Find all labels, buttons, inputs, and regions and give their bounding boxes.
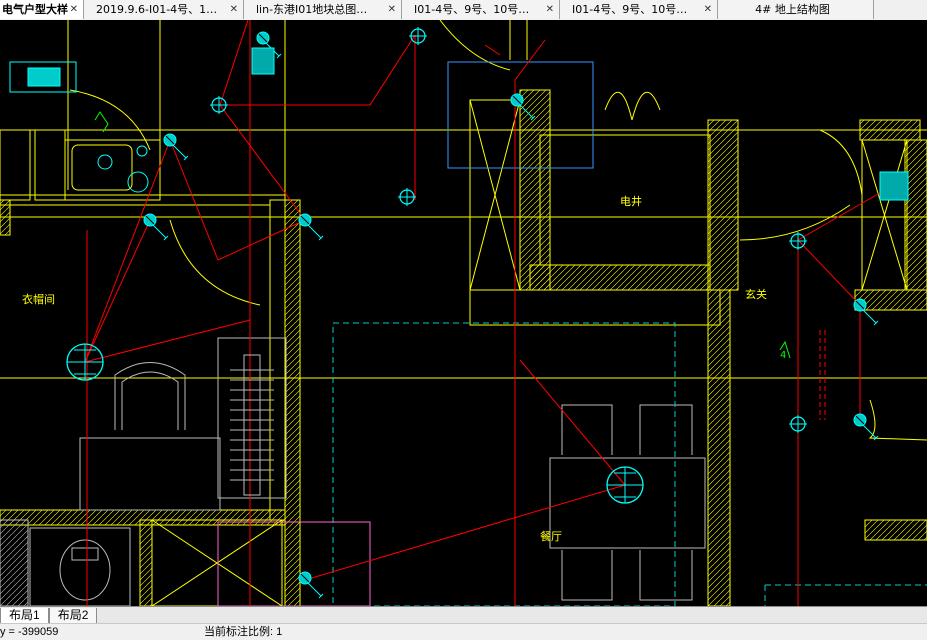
ceiling-light-icon <box>397 187 417 207</box>
label-foyer: 玄关 <box>745 287 767 301</box>
label-cloakroom: 衣帽间 <box>22 292 55 306</box>
annotation-scale: 当前标注比例: 1 <box>204 626 283 638</box>
label-electrical-shaft: 电井 <box>620 194 642 208</box>
radiator-symbol <box>230 354 274 496</box>
ceiling-light-icon <box>408 26 428 46</box>
ceiling-light-icon <box>788 414 808 434</box>
dimension-marks <box>94 111 791 359</box>
label-dining-room: 餐厅 <box>540 529 562 543</box>
tab-drawing-2[interactable]: 2019.9.6-I01-4号、1… ✕ <box>84 0 244 19</box>
distribution-box-icon <box>251 47 909 201</box>
label-dimension-mark: 4 <box>780 350 786 361</box>
drawing-canvas[interactable]: 衣帽间 电井 玄关 餐厅 4 <box>0 20 927 606</box>
document-tab-bar: 电气户型大样 ✕ 2019.9.6-I01-4号、1… ✕ lin-东港I01地… <box>0 0 927 21</box>
room-labels: 衣帽间 电井 玄关 餐厅 4 <box>22 194 786 543</box>
tab-label: lin-东港I01地块总图… <box>256 3 368 16</box>
tab-layout-2[interactable]: 布局2 <box>48 608 98 623</box>
wall-lines <box>0 20 927 606</box>
tab-label: 2019.9.6-I01-4号、1… <box>96 3 218 16</box>
close-icon[interactable]: ✕ <box>704 0 712 19</box>
washer-icon <box>97 145 149 193</box>
layout-tab-bar: 布局1 布局2 <box>0 606 927 623</box>
close-icon[interactable]: ✕ <box>546 0 554 19</box>
pendant-light-icon <box>606 466 644 504</box>
tab-label: I01-4号、9号、10号… <box>414 3 530 16</box>
distribution-box-icon <box>9 61 77 93</box>
close-icon[interactable]: ✕ <box>388 0 396 19</box>
tab-drawing-5[interactable]: I01-4号、9号、10号… ✕ <box>560 0 718 19</box>
tab-label: I01-4号、9号、10号… <box>572 3 688 16</box>
switch-icon <box>143 213 169 241</box>
coordinate-readout: y = -399059 <box>0 626 59 638</box>
tab-label: 4# 地上结构图 <box>755 3 830 16</box>
switch-icon <box>298 213 324 241</box>
pendant-light-icon <box>66 343 104 381</box>
tab-electrical-unit-detail[interactable]: 电气户型大样 ✕ <box>0 0 84 19</box>
close-icon[interactable]: ✕ <box>230 0 238 19</box>
status-bar: y = -399059 当前标注比例: 1 <box>0 623 927 640</box>
dashed-outlines <box>332 322 927 606</box>
tab-drawing-4[interactable]: I01-4号、9号、10号… ✕ <box>402 0 560 19</box>
tab-label: 电气户型大样 <box>2 3 68 16</box>
tab-drawing-3[interactable]: lin-东港I01地块总图… ✕ <box>244 0 402 19</box>
tab-structure-plan[interactable]: 4# 地上结构图 <box>718 0 874 19</box>
ceiling-light-icon <box>209 95 229 115</box>
tab-layout-1[interactable]: 布局1 <box>0 608 49 623</box>
close-icon[interactable]: ✕ <box>70 0 78 19</box>
